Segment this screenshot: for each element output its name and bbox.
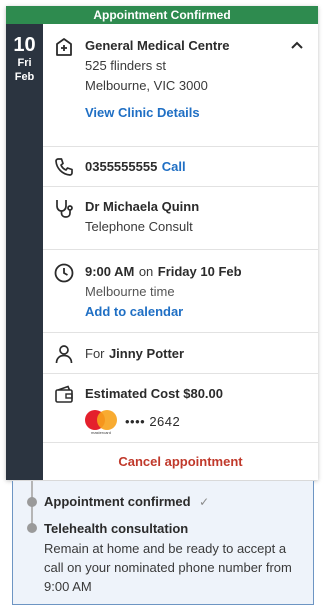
clinic-address-line2: Melbourne, VIC 3000 <box>85 78 208 93</box>
timeline-dot <box>27 523 37 533</box>
confirmed-banner: Appointment Confirmed <box>6 6 318 24</box>
cancel-appointment-button[interactable]: Cancel appointment <box>43 443 318 480</box>
appointment-card: Appointment Confirmed 10 Fri Feb General… <box>6 6 318 480</box>
appointment-date: Friday 10 Feb <box>157 264 242 279</box>
clinic-icon <box>56 38 72 56</box>
card-masked-number: •••• 2642 <box>125 413 181 429</box>
mastercard-icon: mastercard <box>85 410 117 435</box>
call-link[interactable]: Call <box>162 159 186 174</box>
patient-prefix: For <box>85 346 105 361</box>
cost-row: Estimated Cost $80.00 mastercard •••• 26… <box>43 374 318 443</box>
doctor-row: Dr Michaela Quinn Telephone Consult <box>43 187 318 250</box>
chevron-up-icon[interactable] <box>290 38 304 52</box>
checkmark-icon: ✓ <box>199 495 210 509</box>
clinic-name: General Medical Centre <box>85 38 230 53</box>
clinic-address-line1: 525 flinders st <box>85 58 166 73</box>
patient-row: For Jinny Potter <box>43 333 318 374</box>
view-clinic-details-link[interactable]: View Clinic Details <box>85 103 318 123</box>
wallet-icon <box>55 385 73 403</box>
card-brand-label: mastercard <box>90 430 111 435</box>
appointment-details: General Medical Centre 525 flinders st M… <box>43 24 318 480</box>
date-weekday: Fri <box>17 57 32 69</box>
stethoscope-icon <box>56 200 73 218</box>
appointment-timeline: Appointment confirmed ✓ Telehealth consu… <box>12 481 314 605</box>
timeline-item-title: Telehealth consultation <box>44 521 189 536</box>
timeline-dot <box>27 497 37 507</box>
payment-method: mastercard •••• 2642 <box>85 410 318 435</box>
date-day: 10 <box>13 34 36 56</box>
phone-row: 0355555555 Call <box>43 147 318 187</box>
date-month: Feb <box>14 71 35 83</box>
consult-type: Telephone Consult <box>85 219 193 234</box>
clock-icon <box>54 263 74 283</box>
phone-icon <box>55 158 73 176</box>
phone-number: 0355555555 <box>85 159 158 174</box>
clinic-row: General Medical Centre 525 flinders st M… <box>43 24 318 147</box>
timezone-label: Melbourne time <box>85 284 175 299</box>
timeline-item: Appointment confirmed ✓ <box>44 493 303 511</box>
appointment-time: 9:00 AM <box>85 264 135 279</box>
time-row: 9:00 AM on Friday 10 Feb Melbourne time … <box>43 250 318 333</box>
time-on-word: on <box>138 264 154 279</box>
doctor-name: Dr Michaela Quinn <box>85 199 200 214</box>
patient-name: Jinny Potter <box>108 346 185 361</box>
timeline-item-title: Appointment confirmed <box>44 494 191 509</box>
estimated-cost: Estimated Cost $80.00 <box>85 386 224 401</box>
timeline-item-description: Remain at home and be ready to accept a … <box>44 541 292 594</box>
timeline-item: Telehealth consultation Remain at home a… <box>44 519 303 596</box>
person-icon <box>55 345 73 364</box>
add-to-calendar-link[interactable]: Add to calendar <box>85 302 318 322</box>
date-column: 10 Fri Feb <box>6 24 43 480</box>
